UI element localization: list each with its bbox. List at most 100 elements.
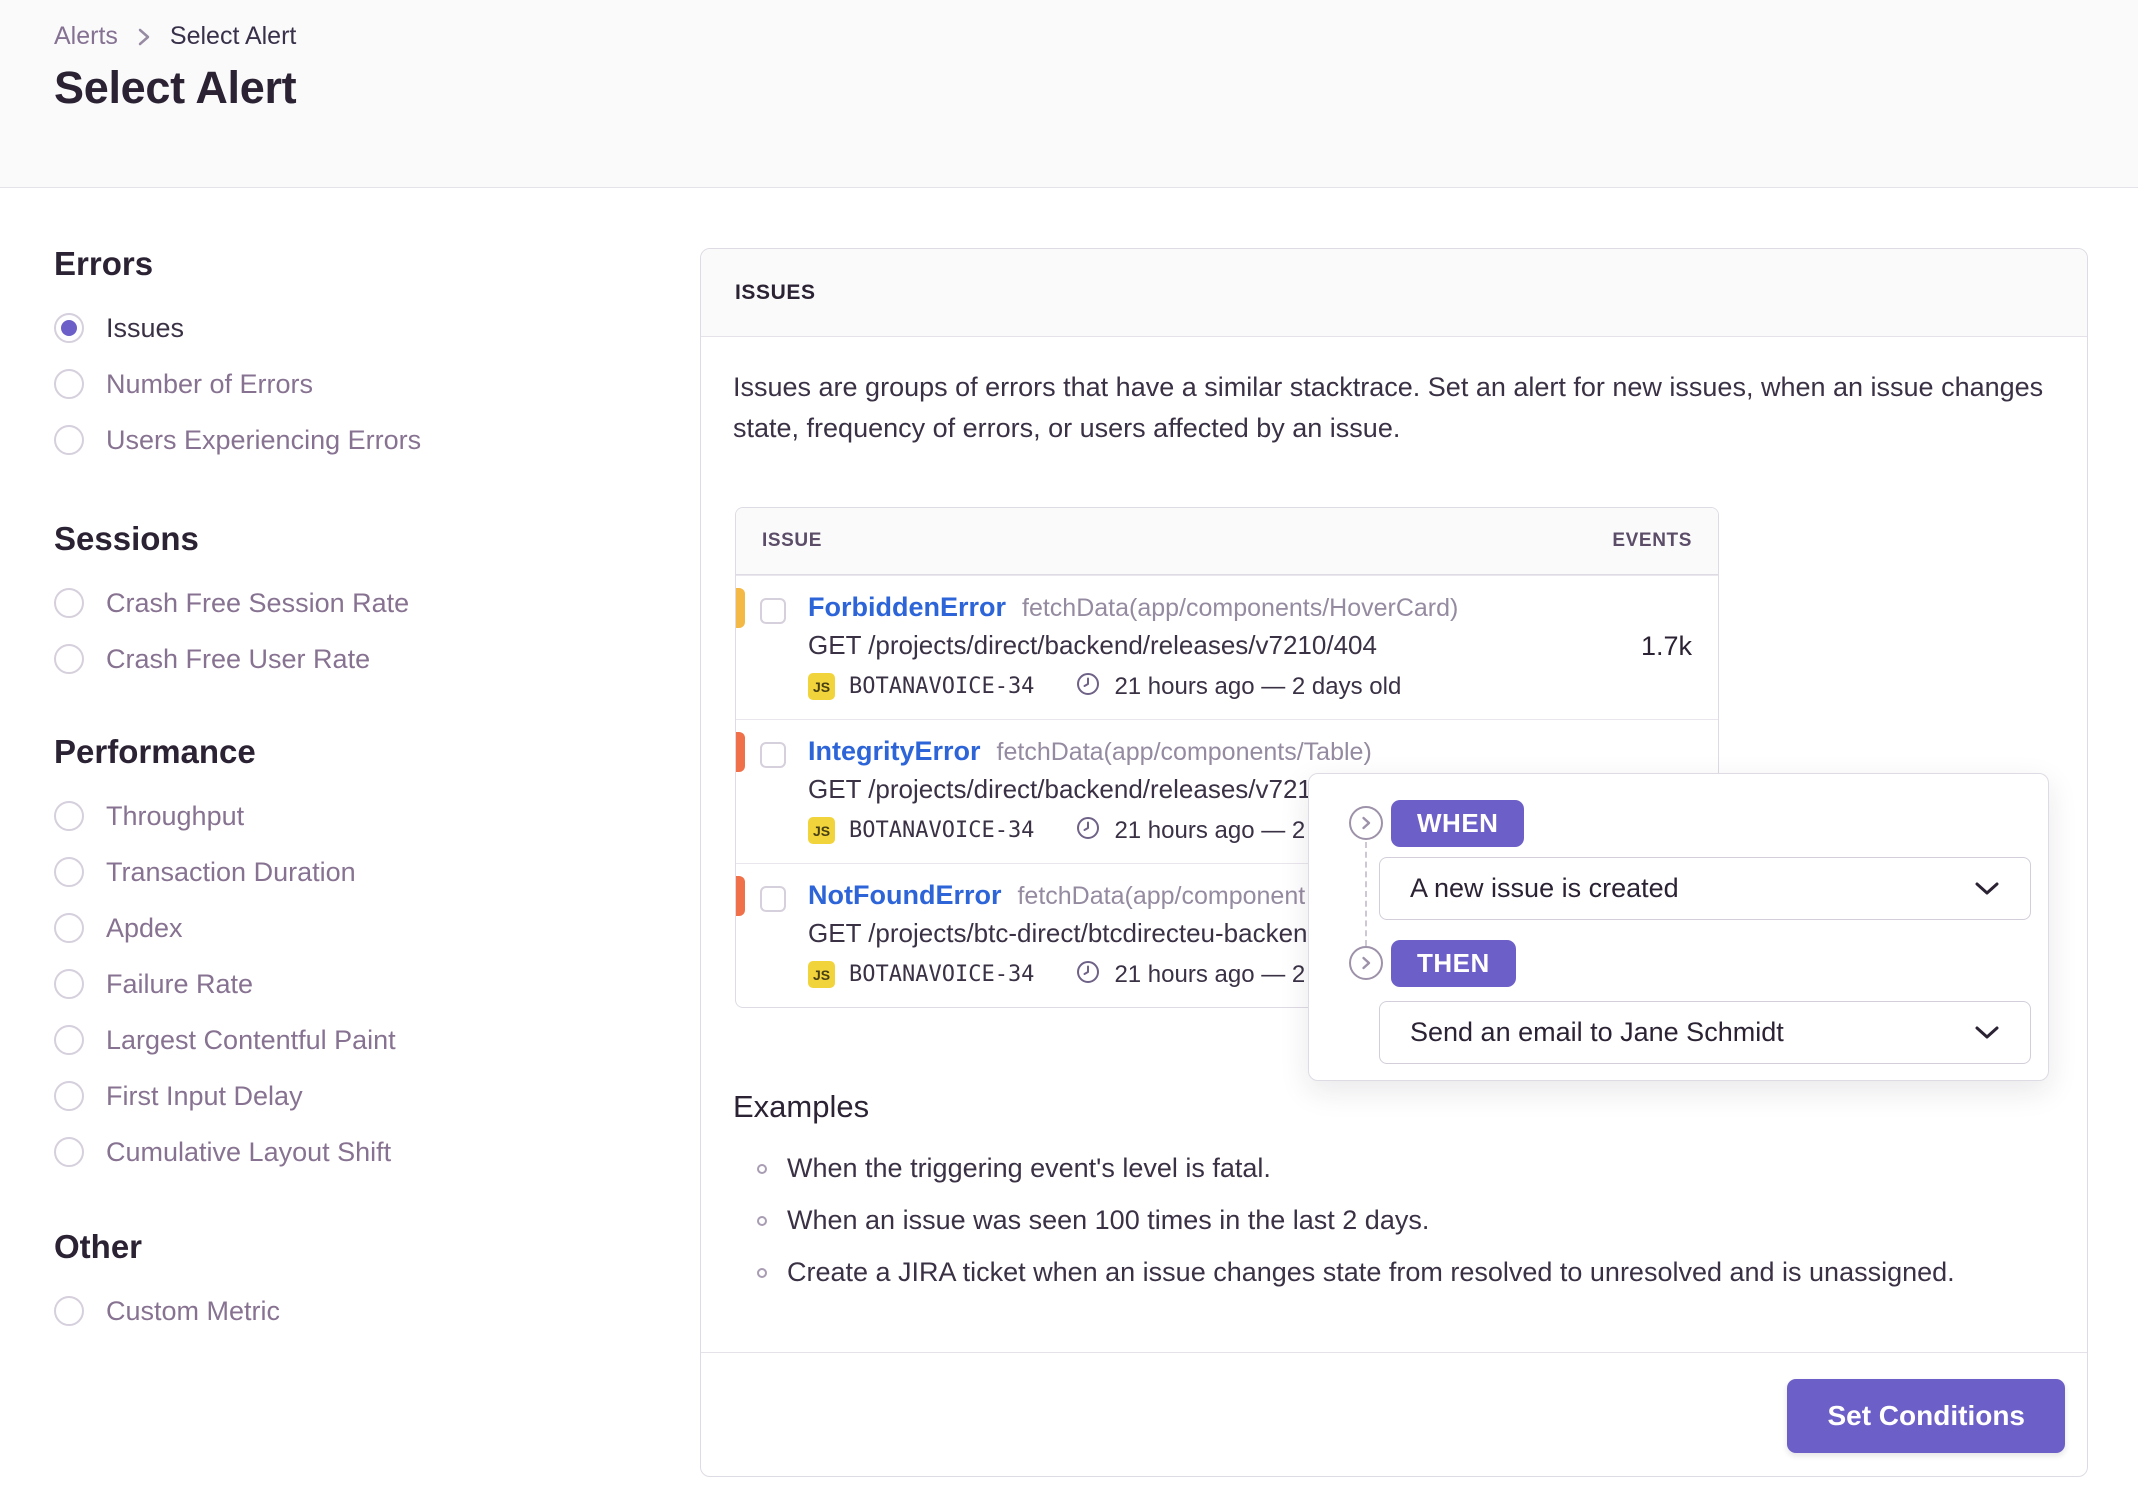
row-checkbox[interactable] <box>760 886 786 912</box>
radio-apdex[interactable] <box>54 913 84 943</box>
list-item: When an issue was seen 100 times in the … <box>757 1205 1429 1236</box>
alert-builder-card: WHEN A new issue is created THEN Send an… <box>1308 773 2049 1081</box>
chevron-down-icon <box>1974 873 2000 904</box>
radio-cumulative-layout-shift[interactable] <box>54 1137 84 1167</box>
issue-title-link[interactable]: IntegrityError <box>808 736 981 767</box>
chevron-right-circle-icon <box>1349 806 1383 840</box>
sidebar-item-throughput[interactable]: Throughput <box>54 799 634 833</box>
then-select[interactable]: Send an email to Jane Schmidt <box>1379 1001 2031 1064</box>
sidebar-item-label: Largest Contentful Paint <box>106 1024 396 1055</box>
radio-issues[interactable] <box>54 313 84 343</box>
sidebar-item-crash-free-user-rate[interactable]: Crash Free User Rate <box>54 642 634 676</box>
sidebar-item-label: Failure Rate <box>106 968 254 999</box>
issue-level-bar <box>736 876 745 916</box>
sidebar-item-label: First Input Delay <box>106 1080 303 1111</box>
sidebar-item-first-input-delay[interactable]: First Input Delay <box>54 1079 634 1113</box>
sidebar-item-transaction-duration[interactable]: Transaction Duration <box>54 855 634 889</box>
sidebar-section-performance: Performance Throughput Transaction Durat… <box>54 733 634 1191</box>
sidebar-item-cumulative-layout-shift[interactable]: Cumulative Layout Shift <box>54 1135 634 1169</box>
radio-throughput[interactable] <box>54 801 84 831</box>
dashed-connector <box>1365 842 1367 946</box>
issue-message: GET /projects/direct/backend/releases/v7… <box>808 630 1377 660</box>
chevron-right-circle-icon <box>1349 946 1383 980</box>
section-title-errors: Errors <box>54 245 154 282</box>
clock-icon <box>1076 960 1100 989</box>
row-checkbox[interactable] <box>760 598 786 624</box>
circle-bullet-icon <box>757 1215 767 1226</box>
page-header: Alerts Select Alert Select Alert <box>0 0 2138 188</box>
issue-level-bar <box>736 732 745 772</box>
then-select-value: Send an email to Jane Schmidt <box>1410 1017 1784 1047</box>
platform-js-badge-icon: JS <box>808 817 835 844</box>
sidebar-section-errors: Errors Issues Number of Errors Users Exp… <box>54 245 634 479</box>
issue-culprit: fetchData(app/component <box>1017 882 1306 910</box>
clock-icon <box>1076 816 1100 845</box>
row-checkbox[interactable] <box>760 742 786 768</box>
column-header-events: EVENTS <box>1612 530 1692 551</box>
issue-title-link[interactable]: NotFoundError <box>808 880 1001 911</box>
sidebar-item-largest-contentful-paint[interactable]: Largest Contentful Paint <box>54 1023 634 1057</box>
chevron-down-icon <box>1974 1017 2000 1048</box>
list-item: When the triggering event's level is fat… <box>757 1153 1271 1184</box>
set-conditions-button[interactable]: Set Conditions <box>1787 1379 2065 1453</box>
section-title-other: Other <box>54 1228 143 1265</box>
sidebar-item-label: Cumulative Layout Shift <box>106 1136 392 1167</box>
radio-users-experiencing-errors[interactable] <box>54 425 84 455</box>
radio-first-input-delay[interactable] <box>54 1081 84 1111</box>
issue-culprit: fetchData(app/components/HoverCard) <box>1022 594 1459 622</box>
section-title-performance: Performance <box>54 733 256 770</box>
sidebar-item-label: Number of Errors <box>106 368 314 399</box>
circle-bullet-icon <box>757 1267 767 1278</box>
breadcrumb-alerts-link[interactable]: Alerts <box>54 22 118 51</box>
issues-description: Issues are groups of errors that have a … <box>733 372 2044 443</box>
radio-custom-metric[interactable] <box>54 1296 84 1326</box>
radio-transaction-duration[interactable] <box>54 857 84 887</box>
table-row: ForbiddenError fetchData(app/components/… <box>736 575 1718 719</box>
when-select-value: A new issue is created <box>1410 873 1679 903</box>
issue-culprit: fetchData(app/components/Table) <box>996 738 1372 766</box>
radio-number-of-errors[interactable] <box>54 369 84 399</box>
platform-js-badge-icon: JS <box>808 961 835 988</box>
sidebar-item-number-of-errors[interactable]: Number of Errors <box>54 367 634 401</box>
list-item: Create a JIRA ticket when an issue chang… <box>757 1257 1955 1288</box>
clock-icon <box>1076 672 1100 701</box>
issue-short-id: BOTANAVOICE-34 <box>849 674 1035 699</box>
issue-level-bar <box>736 588 745 628</box>
issue-title-link[interactable]: ForbiddenError <box>808 592 1006 623</box>
panel-header: ISSUES <box>701 249 2087 337</box>
issue-short-id: BOTANAVOICE-34 <box>849 962 1035 987</box>
radio-failure-rate[interactable] <box>54 969 84 999</box>
sidebar-section-other: Other Custom Metric <box>54 1228 634 1350</box>
sidebar-item-label: Users Experiencing Errors <box>106 424 422 455</box>
issue-events-count: 1.7k <box>1640 631 1692 661</box>
when-badge: WHEN <box>1391 800 1525 847</box>
sidebar-item-crash-free-session-rate[interactable]: Crash Free Session Rate <box>54 586 634 620</box>
section-title-sessions: Sessions <box>54 520 199 557</box>
examples-title: Examples <box>733 1089 870 1124</box>
sidebar-item-users-experiencing-errors[interactable]: Users Experiencing Errors <box>54 423 634 457</box>
then-badge: THEN <box>1391 940 1516 987</box>
circle-bullet-icon <box>757 1163 767 1174</box>
sidebar-item-failure-rate[interactable]: Failure Rate <box>54 967 634 1001</box>
when-select[interactable]: A new issue is created <box>1379 857 2031 920</box>
sidebar-item-label: Transaction Duration <box>106 856 356 887</box>
sidebar-item-issues[interactable]: Issues <box>54 311 634 345</box>
platform-js-badge-icon: JS <box>808 673 835 700</box>
panel-footer: Set Conditions <box>701 1352 2087 1476</box>
sidebar-item-label: Crash Free Session Rate <box>106 587 410 618</box>
sidebar-item-custom-metric[interactable]: Custom Metric <box>54 1294 634 1328</box>
column-header-issue: ISSUE <box>762 530 823 551</box>
chevron-right-icon <box>136 25 152 49</box>
sidebar-item-label: Issues <box>106 312 185 343</box>
sidebar-item-label: Crash Free User Rate <box>106 643 371 674</box>
issue-short-id: BOTANAVOICE-34 <box>849 818 1035 843</box>
sidebar-item-apdex[interactable]: Apdex <box>54 911 634 945</box>
radio-crash-free-session-rate[interactable] <box>54 588 84 618</box>
radio-largest-contentful-paint[interactable] <box>54 1025 84 1055</box>
radio-crash-free-user-rate[interactable] <box>54 644 84 674</box>
issues-table-header: ISSUE EVENTS <box>736 508 1718 575</box>
sidebar-item-label: Apdex <box>106 912 183 943</box>
page-title: Select Alert <box>54 62 297 113</box>
sidebar-item-label: Throughput <box>106 800 245 831</box>
breadcrumb-current: Select Alert <box>169 22 297 50</box>
